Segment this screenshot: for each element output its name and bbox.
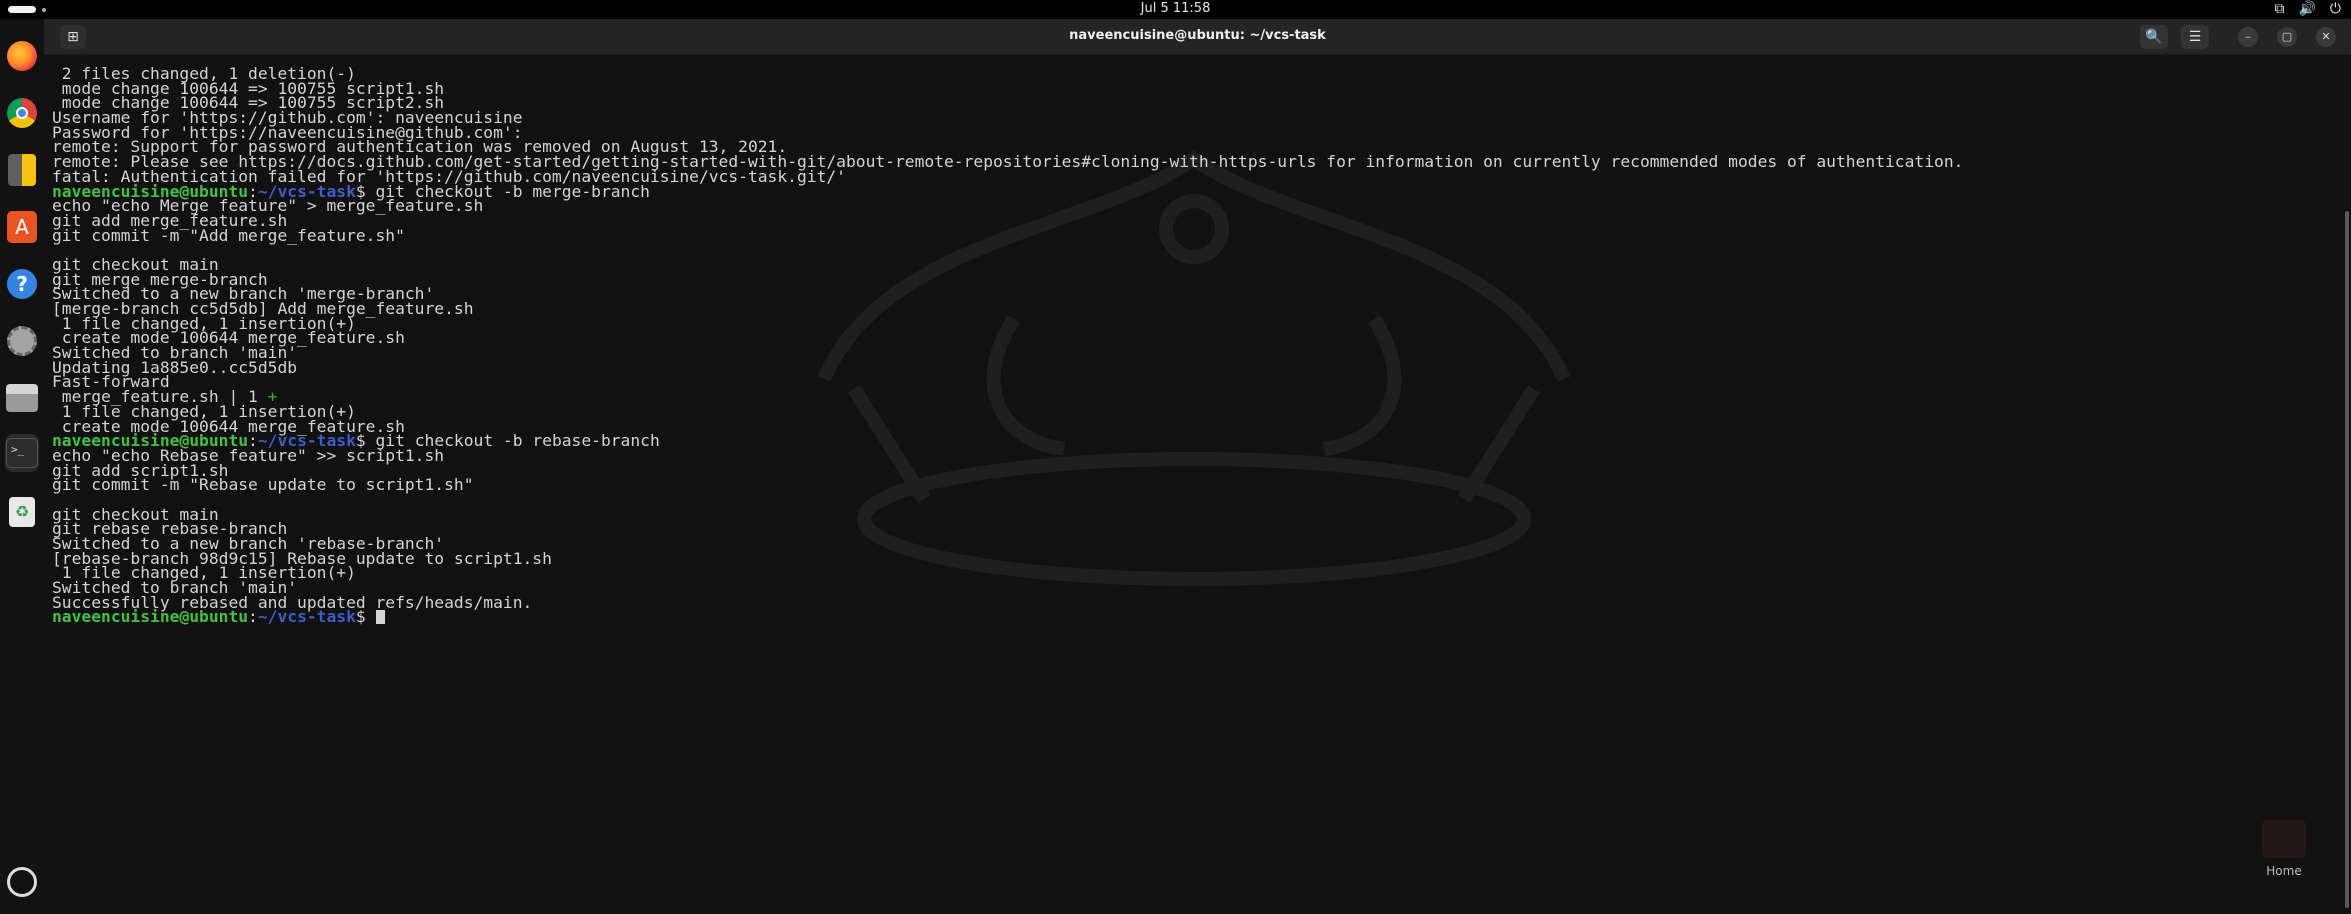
title-bar: ⊞ naveencuisine@ubuntu: ~/vcs-task 🔍 ☰ –… [44, 19, 2351, 55]
app-store-icon: A [7, 211, 37, 243]
terminal-line: git commit -m "Add merge_feature.sh" [52, 225, 2322, 245]
minimize-icon: – [2245, 30, 2251, 43]
dock: A ? >_ ♻ [0, 19, 45, 914]
search-icon: 🔍 [2145, 29, 2163, 45]
dock-firefox[interactable] [5, 39, 39, 73]
ubuntu-apps-icon [7, 867, 37, 897]
terminal-line: 1 file changed, 1 insertion(+) [52, 565, 2322, 581]
terminal-line: [rebase-branch 98d9c15] Rebase update to… [52, 550, 2322, 567]
terminal-line: git checkout main [52, 506, 2322, 523]
dock-app-center[interactable]: A [5, 210, 39, 244]
dock-settings[interactable] [5, 324, 39, 358]
scrollbar[interactable] [2345, 211, 2349, 908]
terminal-line: naveencuisine@ubuntu:~/vcs-task$ [52, 607, 2322, 627]
terminal-line: echo "echo Merge feature" > merge_featur… [52, 198, 2322, 214]
terminal-icon: >_ [6, 438, 38, 468]
top-bar: Jul 5 11:58 ⧉ 🔊 ⏻ [0, 0, 2351, 19]
calculator-icon [8, 154, 36, 186]
home-label: Home [2266, 864, 2302, 878]
minimize-button[interactable]: – [2238, 27, 2258, 47]
settings-icon [7, 326, 37, 356]
prompt-user: naveencuisine@ubuntu [52, 607, 249, 627]
terminal-line: git checkout main [52, 256, 2322, 273]
dock-help[interactable]: ? [5, 267, 39, 301]
terminal-line: Switched to branch 'main' [52, 344, 2322, 361]
terminal-line: create mode 100644 merge_feature.sh [52, 330, 2322, 346]
terminal-output[interactable]: 2 files changed, 1 deletion(-) mode chan… [52, 67, 2322, 907]
terminal-line: Updating 1a885e0..cc5d5db [52, 359, 2322, 376]
terminal-line: git commit -m "Rebase update to script1.… [52, 475, 2322, 495]
terminal-line: Successfully rebased and updated refs/he… [52, 594, 2322, 611]
clock[interactable]: Jul 5 11:58 [0, 1, 2351, 17]
close-icon: ✕ [2321, 30, 2331, 43]
prompt-separator: : [248, 607, 258, 627]
dock-terminal[interactable]: >_ [5, 434, 39, 472]
dock-files[interactable] [5, 381, 39, 415]
volume-icon[interactable]: 🔊 [2298, 1, 2315, 17]
output-text: git commit -m "Add merge_feature.sh" [52, 225, 405, 245]
maximize-icon: ▢ [2281, 30, 2293, 43]
prompt-path: ~/vcs-task [257, 607, 356, 627]
terminal-window: ⊞ naveencuisine@ubuntu: ~/vcs-task 🔍 ☰ –… [44, 19, 2351, 914]
window-title: naveencuisine@ubuntu: ~/vcs-task [1069, 28, 1326, 43]
help-icon: ? [7, 269, 37, 299]
output-text: git commit -m "Rebase update to script1.… [52, 475, 474, 495]
system-tray[interactable]: ⧉ 🔊 ⏻ [2274, 1, 2341, 17]
desktop-home-folder[interactable]: Home [2254, 820, 2314, 900]
search-button[interactable]: 🔍 [2140, 25, 2168, 49]
terminal-line: echo "echo Rebase feature" >> script1.sh [52, 447, 2322, 464]
chrome-icon [7, 98, 37, 128]
menu-button[interactable]: ☰ [2181, 25, 2209, 49]
close-button[interactable]: ✕ [2316, 27, 2336, 47]
power-icon[interactable]: ⏻ [2330, 1, 2341, 17]
trash-icon: ♻ [9, 497, 35, 527]
terminal-line: merge_feature.sh | 1 + [52, 388, 2322, 405]
files-icon [6, 384, 38, 412]
dock-show-apps[interactable] [5, 865, 39, 899]
terminal-line: [merge-branch cc5d5db] Add merge_feature… [52, 300, 2322, 317]
prompt-dollar: $ [355, 607, 376, 627]
maximize-button[interactable]: ▢ [2277, 27, 2297, 47]
dock-chrome[interactable] [5, 96, 39, 130]
terminal-line: Fast-forward [52, 374, 2322, 390]
firefox-icon [7, 41, 37, 71]
terminal-cursor [375, 610, 385, 625]
dock-trash[interactable]: ♻ [5, 495, 39, 529]
hamburger-menu-icon: ☰ [2188, 29, 2202, 45]
dock-calculator[interactable] [5, 153, 39, 187]
home-folder-icon [2262, 820, 2306, 858]
network-icon[interactable]: ⧉ [2274, 1, 2284, 17]
